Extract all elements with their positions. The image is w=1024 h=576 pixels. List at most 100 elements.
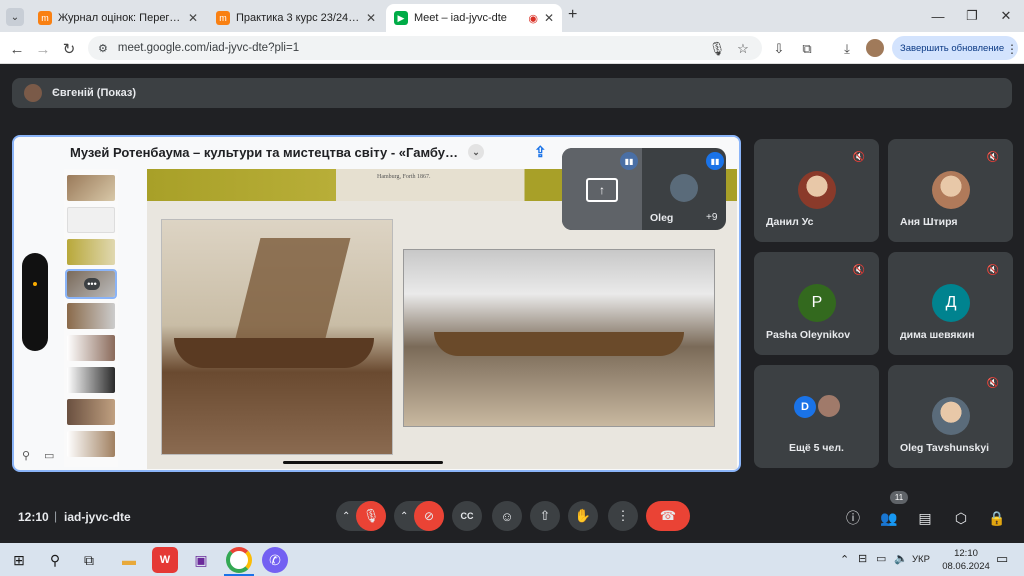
emoji-icon[interactable]: ☺	[492, 501, 522, 531]
install-icon[interactable]: ⇩	[768, 38, 790, 60]
language-indicator[interactable]: УКР	[912, 554, 930, 565]
camera-off-icon[interactable]: ⊘	[414, 501, 444, 531]
reload-icon[interactable]: ↻	[58, 38, 80, 60]
participant-tile[interactable]: 🔇 Аня Штиря	[888, 139, 1013, 242]
more-icon[interactable]: •••	[84, 278, 100, 290]
file-explorer-icon[interactable]: ▬	[116, 547, 142, 573]
thumbnail[interactable]	[67, 335, 115, 361]
captions-icon[interactable]: CC	[452, 501, 482, 531]
activities-icon[interactable]: ⬡	[948, 505, 974, 531]
viber-icon[interactable]: ✆	[262, 547, 288, 573]
camera-control[interactable]: ⌃ ⊘	[394, 501, 444, 531]
tab-journal[interactable]: m Журнал оцінок: Перегляд ✕	[30, 4, 206, 32]
chat-icon[interactable]: ▤	[912, 505, 938, 531]
participant-avatar	[932, 397, 970, 435]
participant-tile[interactable]: 🔇 Данил Ус	[754, 139, 879, 242]
slide-thumbnails: •••	[64, 169, 118, 467]
speaking-icon: ▮▮	[706, 152, 724, 170]
participant-name: Ещё 5 чел.	[789, 442, 844, 454]
clock-time[interactable]: 12:10	[948, 548, 984, 559]
present-icon[interactable]: ⇧	[530, 501, 560, 531]
more-options-icon[interactable]: ⋮	[608, 501, 638, 531]
presenter-label: Євгеній (Показ)	[52, 87, 136, 99]
notifications-icon[interactable]: ▭	[996, 551, 1008, 567]
thumbnail[interactable]	[67, 399, 115, 425]
slide-title: Музей Ротенбаума – культури та мистецтва…	[70, 144, 459, 160]
thumbnail[interactable]	[67, 175, 115, 201]
address-bar[interactable]: ⚙ meet.google.com/iad-jyvc-dte?pli=1	[88, 36, 762, 60]
museum-photo-boat	[161, 219, 393, 455]
ethernet-icon[interactable]: ⊟	[858, 552, 867, 565]
thumbnail[interactable]	[67, 207, 115, 233]
update-button[interactable]: Завершить обновление	[892, 36, 1018, 60]
participant-tile[interactable]: 🔇 Oleg Tavshunskyi	[888, 365, 1013, 468]
close-icon[interactable]: ✕	[188, 11, 198, 25]
participant-tile[interactable]: P 🔇 Pasha Oleynikov	[754, 252, 879, 355]
bookmark-star-icon[interactable]: ☆	[732, 38, 754, 60]
chevron-up-icon[interactable]: ⌃	[342, 511, 350, 522]
close-icon[interactable]: ✕	[366, 11, 376, 25]
audio-level-icon: ▮▮	[620, 152, 638, 170]
chevron-down-icon[interactable]: ⌄	[468, 144, 485, 160]
slide-caption: Hamburg, Forth 1867.	[377, 174, 431, 180]
host-controls-icon[interactable]: 🔒	[984, 505, 1010, 531]
thumbnail[interactable]	[67, 303, 115, 329]
download-icon[interactable]: ⤓	[836, 38, 858, 60]
menu-icon[interactable]: ⋮	[1006, 42, 1018, 56]
mic-off-icon[interactable]: 🎙	[356, 501, 386, 531]
new-tab-button[interactable]: +	[568, 6, 577, 24]
forward-icon[interactable]: →	[32, 38, 54, 60]
screen-icon[interactable]: ▭	[44, 449, 54, 462]
site-info-icon[interactable]: ⚙	[98, 42, 108, 55]
browser-toolbar: ← → ↻ ⚙ meet.google.com/iad-jyvc-dte?pli…	[0, 32, 1024, 64]
slide-scrollbar[interactable]	[283, 461, 443, 464]
thumbnail[interactable]	[67, 239, 115, 265]
tab-practice[interactable]: m Практика 3 курс 23/24: Публі ✕	[208, 4, 384, 32]
save-app-icon[interactable]: ▣	[188, 547, 214, 573]
presentation-stage: Музей Ротенбаума – культури та мистецтва…	[12, 135, 741, 472]
tab-meet[interactable]: ▶ Meet – iad-jyvc-dte ◉ ✕	[386, 4, 562, 32]
participant-tile[interactable]: D Ещё 5 чел.	[754, 365, 879, 468]
people-count-badge: 11	[890, 491, 908, 504]
battery-icon[interactable]: ▭	[876, 552, 886, 565]
back-icon[interactable]: ←	[6, 38, 28, 60]
search-icon[interactable]: ⚲	[42, 547, 68, 573]
windows-start-icon[interactable]: ⊞	[6, 547, 32, 573]
wps-office-icon[interactable]: W	[152, 547, 178, 573]
participant-avatar: P	[798, 284, 836, 322]
participant-tile[interactable]: Д 🔇 дима шевякин	[888, 252, 1013, 355]
sail-shape	[235, 238, 351, 338]
thumbnail[interactable]	[67, 431, 115, 457]
clock-date[interactable]: 08.06.2024	[938, 561, 994, 572]
end-call-icon[interactable]: ☎	[646, 501, 690, 531]
restore-icon[interactable]: ❐	[958, 6, 986, 26]
thumbnail[interactable]	[67, 367, 115, 393]
mic-control[interactable]: ⌃ 🎙	[336, 501, 386, 531]
task-view-icon[interactable]: ⧉	[76, 547, 102, 573]
profile-avatar[interactable]	[866, 39, 884, 57]
participant-name: Данил Ус	[766, 216, 814, 228]
close-window-icon[interactable]: ✕	[992, 6, 1020, 26]
close-icon[interactable]: ✕	[544, 11, 554, 25]
extensions-icon[interactable]: ⧉	[796, 38, 818, 60]
self-view-pip[interactable]: ↑ ▮▮ ▮▮ Oleg +9	[562, 148, 726, 230]
url-text: meet.google.com/iad-jyvc-dte?pli=1	[117, 42, 300, 54]
share-icon[interactable]: ⇪	[534, 143, 547, 161]
microphone-icon[interactable]: 🎙	[706, 38, 728, 60]
slide-nav-pill[interactable]	[22, 253, 48, 351]
mic-off-icon: 🔇	[852, 151, 866, 163]
raise-hand-icon[interactable]: ✋	[568, 501, 598, 531]
chrome-icon[interactable]	[226, 547, 252, 573]
chevron-up-icon[interactable]: ⌃	[400, 511, 408, 522]
pip-more-count[interactable]: +9	[706, 212, 717, 223]
volume-icon[interactable]: 🔈	[894, 552, 908, 565]
tray-chevron-icon[interactable]: ⌃	[840, 553, 849, 566]
museum-photo-hall	[403, 249, 715, 427]
pin-icon[interactable]: ⚲	[22, 449, 30, 462]
info-icon[interactable]: ⓘ	[840, 505, 866, 531]
tab-search-button[interactable]: ⌄	[6, 8, 24, 26]
thumbnail-selected[interactable]: •••	[65, 269, 117, 299]
people-icon[interactable]: 👥	[876, 505, 902, 531]
participant-name: Pasha Oleynikov	[766, 329, 851, 341]
minimize-icon[interactable]: —	[924, 6, 952, 26]
